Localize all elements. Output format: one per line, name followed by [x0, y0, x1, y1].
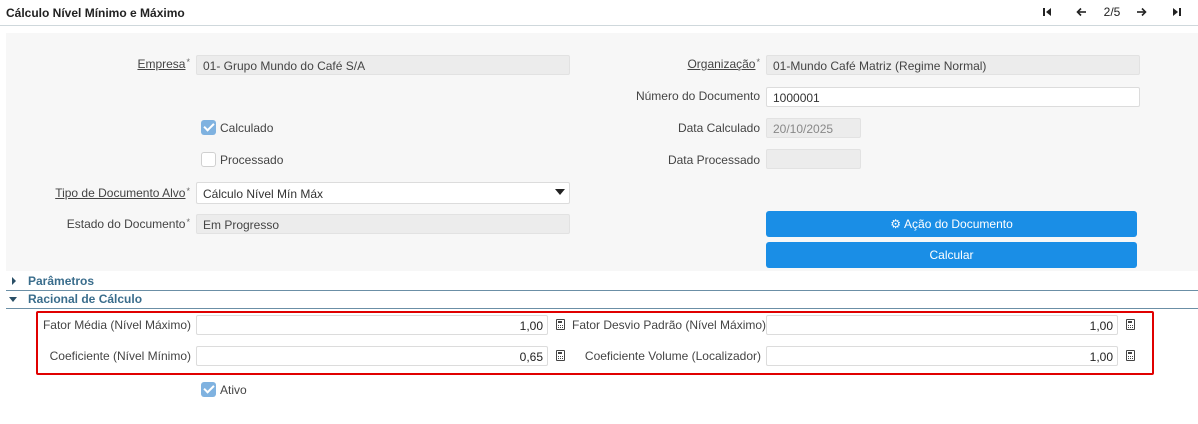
- section-parametros[interactable]: Parâmetros: [28, 273, 94, 289]
- numero-documento-input[interactable]: 1000001: [766, 87, 1140, 107]
- empresa-label: Empresa*: [100, 57, 190, 71]
- window-header: Cálculo Nível Mínimo e Máximo 2/5: [0, 0, 1198, 26]
- fator-media-input[interactable]: 1,00: [196, 315, 548, 335]
- tipo-documento-select[interactable]: Cálculo Nível Mín Máx: [196, 182, 570, 204]
- calculator-icon[interactable]: [556, 350, 565, 361]
- organizacao-label: Organização*: [660, 57, 760, 71]
- numero-documento-label: Número do Documento: [635, 89, 760, 103]
- section-divider: [6, 290, 1198, 291]
- calculado-label: Calculado: [220, 121, 274, 135]
- page-title: Cálculo Nível Mínimo e Máximo: [6, 6, 185, 20]
- fator-desvio-input[interactable]: 1,00: [766, 315, 1118, 335]
- last-record-button[interactable]: [1170, 4, 1184, 20]
- calculator-icon[interactable]: [556, 319, 565, 330]
- estado-documento-label: Estado do Documento*: [30, 217, 190, 231]
- empresa-field[interactable]: 01- Grupo Mundo do Café S/A: [196, 55, 570, 75]
- data-processado-label: Data Processado: [667, 153, 760, 167]
- coeficiente-input[interactable]: 0,65: [196, 346, 548, 366]
- ativo-label: Ativo: [220, 383, 247, 397]
- fator-desvio-label: Fator Desvio Padrão (Nível Máximo): [572, 318, 767, 332]
- caret-right-icon[interactable]: [12, 277, 16, 285]
- chevron-down-icon[interactable]: [555, 189, 565, 195]
- tipo-documento-label: Tipo de Documento Alvo*: [30, 186, 190, 200]
- record-position: 2/5: [1103, 5, 1121, 19]
- calculado-checkbox[interactable]: [201, 120, 216, 135]
- calcular-button[interactable]: Calcular: [766, 242, 1137, 268]
- required-mark: *: [186, 57, 190, 67]
- section-divider: [6, 308, 1198, 309]
- required-mark: *: [186, 186, 190, 196]
- data-processado-field[interactable]: [766, 149, 861, 169]
- caret-down-icon[interactable]: [9, 297, 17, 302]
- estado-documento-label-text: Estado do Documento: [66, 217, 186, 231]
- prev-record-button[interactable]: [1074, 4, 1088, 20]
- processado-checkbox[interactable]: [201, 152, 216, 167]
- acao-documento-label: Ação do Documento: [904, 217, 1013, 231]
- last-record-icon: [1173, 8, 1181, 16]
- first-record-button[interactable]: [1040, 4, 1054, 20]
- data-calculado-field[interactable]: 20/10/2025: [766, 118, 861, 138]
- acao-documento-button[interactable]: ⚙ Ação do Documento: [766, 211, 1137, 237]
- calculator-icon[interactable]: [1126, 319, 1135, 330]
- tipo-documento-label-text: Tipo de Documento Alvo: [55, 186, 186, 200]
- calculator-icon[interactable]: [1126, 350, 1135, 361]
- arrow-left-icon: [1075, 7, 1086, 17]
- gear-icon: ⚙: [890, 217, 902, 231]
- organizacao-field[interactable]: 01-Mundo Café Matriz (Regime Normal): [766, 55, 1140, 75]
- estado-documento-field[interactable]: Em Progresso: [196, 214, 570, 234]
- first-record-icon: [1043, 8, 1051, 16]
- arrow-right-icon: [1136, 7, 1147, 17]
- fator-media-label: Fator Média (Nível Máximo): [42, 318, 191, 332]
- empresa-label-text: Empresa: [137, 57, 186, 71]
- ativo-checkbox[interactable]: [201, 382, 216, 397]
- section-racional[interactable]: Racional de Cálculo: [28, 291, 142, 307]
- organizacao-label-text: Organização: [687, 57, 756, 71]
- coeficiente-volume-label: Coeficiente Volume (Localizador): [584, 349, 761, 363]
- next-record-button[interactable]: [1134, 4, 1148, 20]
- data-calculado-label: Data Calculado: [677, 121, 760, 135]
- processado-label: Processado: [220, 153, 284, 167]
- coeficiente-label: Coeficiente (Nível Mínimo): [49, 349, 191, 363]
- coeficiente-volume-input[interactable]: 1,00: [766, 346, 1118, 366]
- required-mark: *: [756, 57, 760, 67]
- required-mark: *: [186, 217, 190, 227]
